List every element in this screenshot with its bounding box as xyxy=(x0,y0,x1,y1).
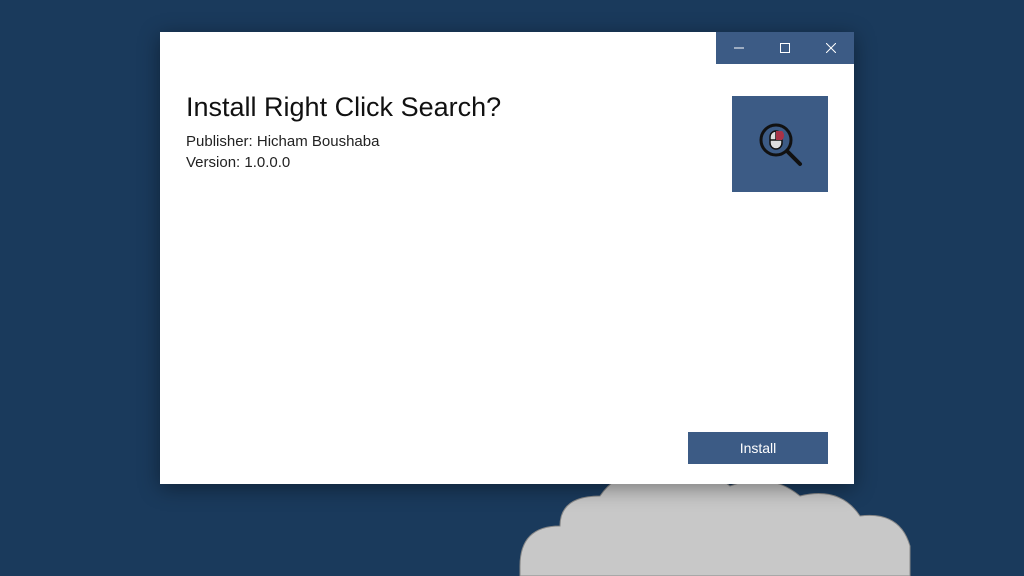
dialog-footer: Install xyxy=(160,432,854,484)
install-button[interactable]: Install xyxy=(688,432,828,464)
minimize-button[interactable] xyxy=(716,32,762,64)
titlebar xyxy=(160,32,854,64)
dialog-content: Install Right Click Search? Publisher: H… xyxy=(160,64,854,432)
mouse-search-icon xyxy=(754,118,806,170)
window-controls xyxy=(716,32,854,64)
minimize-icon xyxy=(734,43,744,53)
maximize-button[interactable] xyxy=(762,32,808,64)
maximize-icon xyxy=(780,43,790,53)
app-icon-tile xyxy=(732,96,828,192)
close-icon xyxy=(826,43,836,53)
close-button[interactable] xyxy=(808,32,854,64)
install-dialog: Install Right Click Search? Publisher: H… xyxy=(160,32,854,484)
